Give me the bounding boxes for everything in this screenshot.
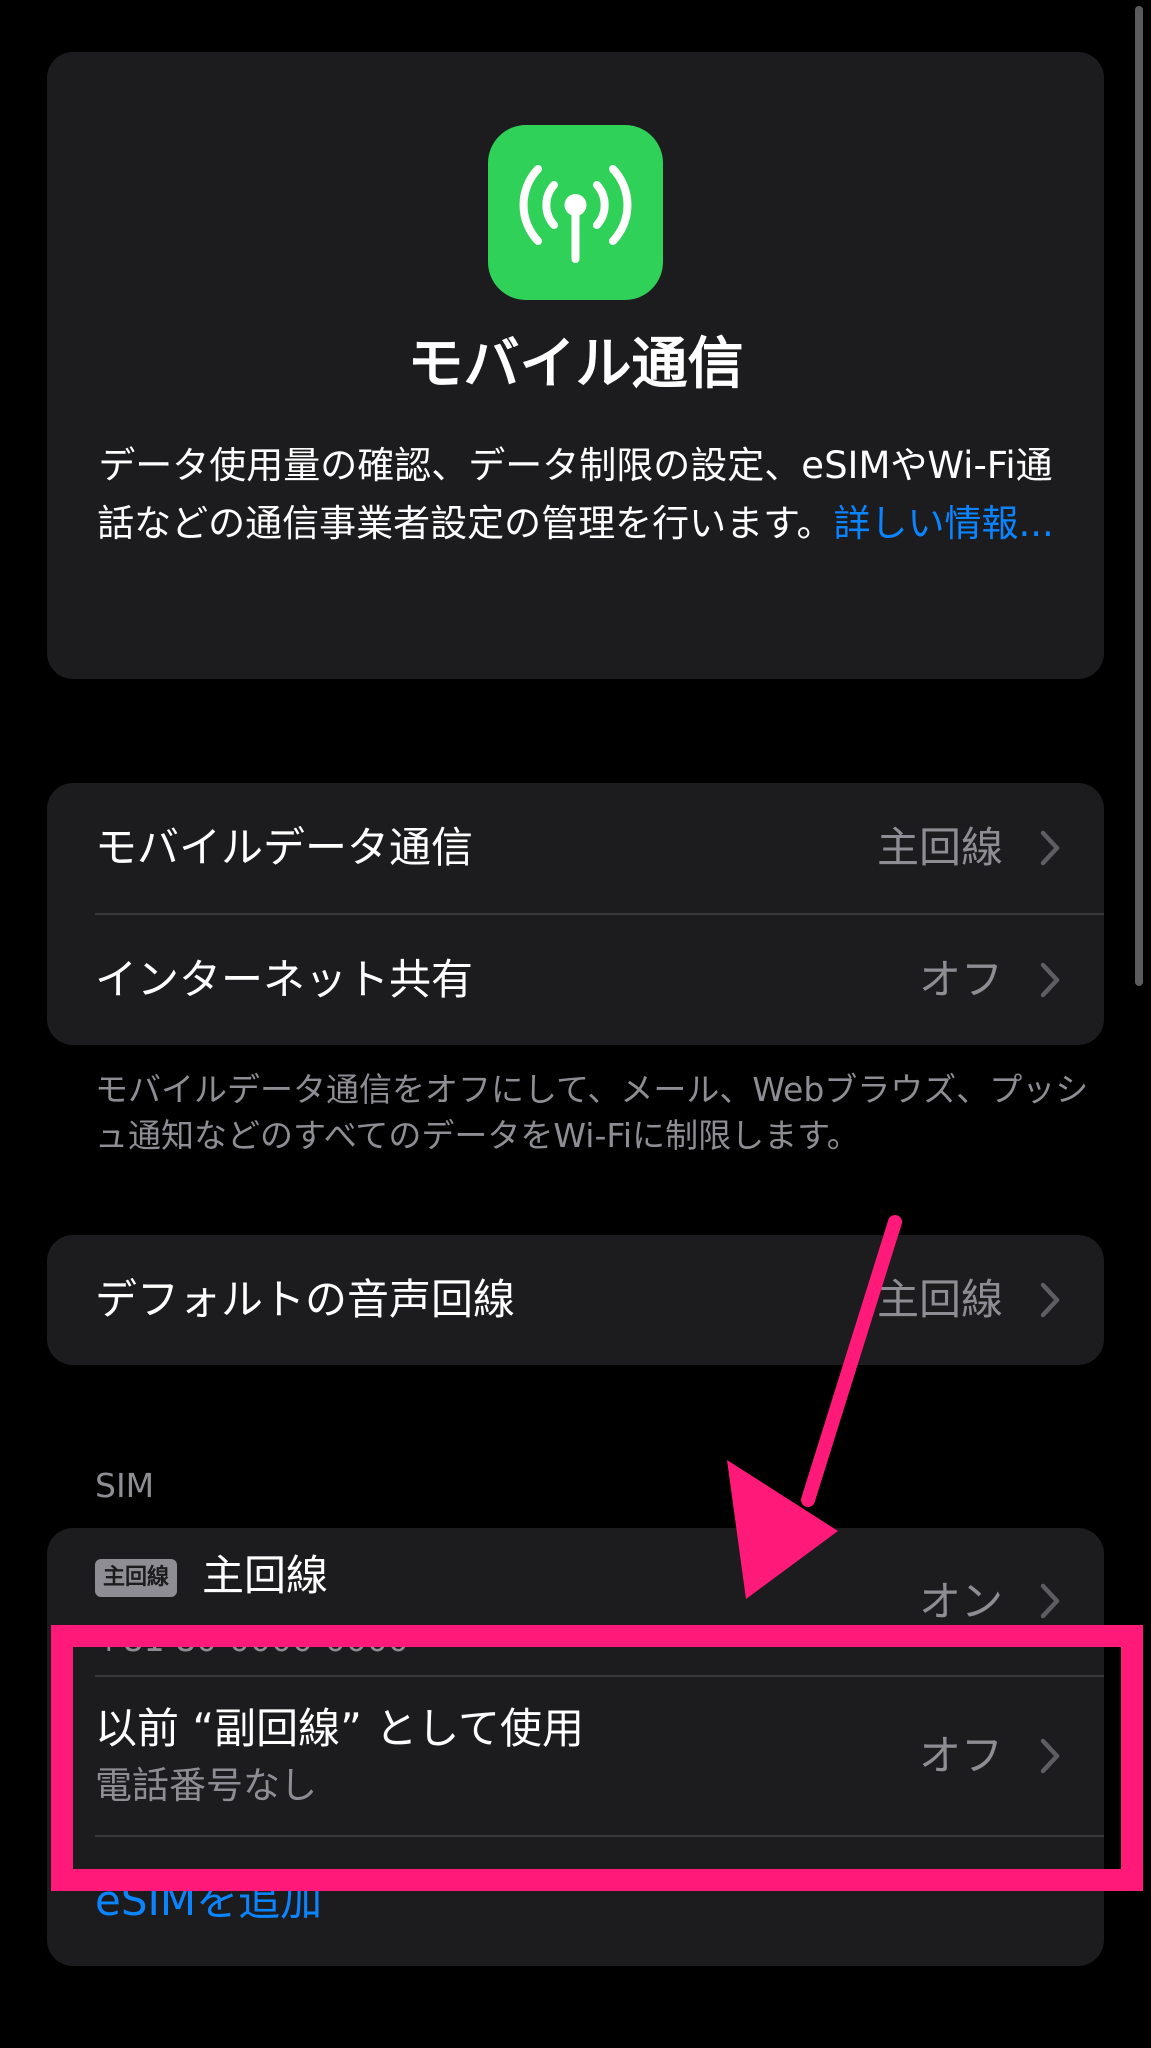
sim-section-header: SIM (95, 1466, 155, 1505)
scrollbar[interactable] (1135, 6, 1143, 986)
row-value: 主回線 (876, 823, 1003, 872)
row-value: オフ (918, 955, 1003, 1004)
hero-card: モバイル通信 データ使用量の確認、データ制限の設定、eSIMやWi-Fi通話など… (47, 52, 1104, 679)
row-add-esim[interactable]: eSIMを追加 (47, 1837, 1104, 1965)
mobile-data-footer-note: モバイルデータ通信をオフにして、メール、Webブラウズ、プッシュ通知などのすべて… (95, 1070, 1089, 1155)
chevron-right-icon (1040, 1583, 1060, 1619)
antenna-icon (488, 125, 663, 300)
row-label: デフォルトの音声回線 (95, 1275, 516, 1324)
row-primary-sim[interactable]: 主回線 主回線 +81 80-0000-0000 オン (47, 1528, 1104, 1675)
row-label: 以前 “副回線” として使用 (95, 1704, 584, 1753)
row-sublabel: 電話番号なし (95, 1764, 317, 1807)
chevron-right-icon (1040, 1738, 1060, 1774)
learn-more-link[interactable]: 詳しい情報... (834, 502, 1054, 545)
row-value: オフ (918, 1731, 1003, 1780)
row-value: オン (918, 1577, 1003, 1626)
row-previous-secondary-sim[interactable]: 以前 “副回線” として使用 電話番号なし オフ (47, 1677, 1104, 1835)
mobile-data-card: モバイルデータ通信 主回線 インターネット共有 オフ (47, 783, 1104, 1045)
page-title: モバイル通信 (407, 332, 744, 397)
sim-phone-number: +81 80-0000-0000 (95, 1620, 409, 1659)
row-mobile-data[interactable]: モバイルデータ通信 主回線 (47, 783, 1104, 913)
sim-card: 主回線 主回線 +81 80-0000-0000 オン 以前 “副回線” として… (47, 1528, 1104, 1966)
row-label: インターネット共有 (95, 955, 474, 1004)
sim-badge: 主回線 (95, 1559, 178, 1597)
hero-description: データ使用量の確認、データ制限の設定、eSIMやWi-Fi通話などの通信事業者設… (97, 437, 1054, 553)
voice-line-card: デフォルトの音声回線 主回線 (47, 1235, 1104, 1365)
row-default-voice-line[interactable]: デフォルトの音声回線 主回線 (47, 1235, 1104, 1365)
chevron-right-icon (1040, 1282, 1060, 1318)
row-label: モバイルデータ通信 (95, 823, 474, 872)
sim-name: 主回線 (202, 1551, 329, 1600)
row-personal-hotspot[interactable]: インターネット共有 オフ (47, 915, 1104, 1045)
row-value: 主回線 (876, 1275, 1003, 1324)
chevron-right-icon (1040, 962, 1060, 998)
add-esim-link[interactable]: eSIMを追加 (95, 1837, 322, 1965)
chevron-right-icon (1040, 830, 1060, 866)
